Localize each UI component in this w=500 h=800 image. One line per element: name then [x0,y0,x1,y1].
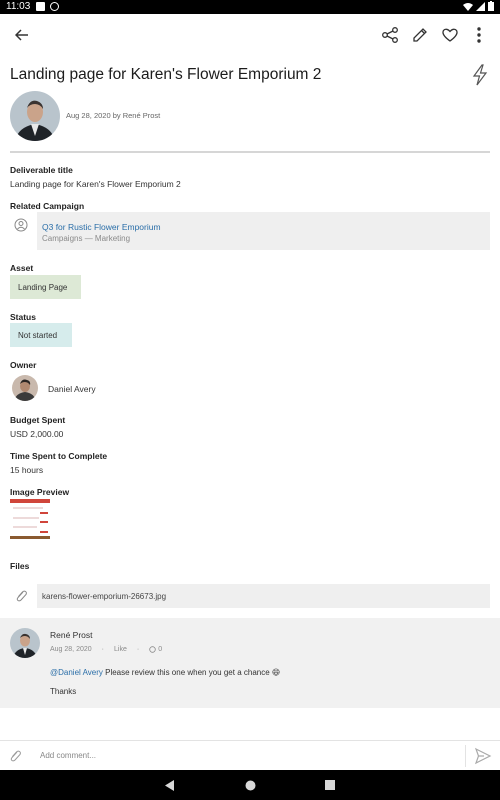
status-badge: Not started [10,323,72,347]
like-link[interactable]: Like [114,646,127,653]
owner-name[interactable]: Daniel Avery [48,384,96,394]
comment-meta: Aug 28, 2020 · Like · 0 [50,646,162,653]
notification-icon [36,2,45,11]
share-icon [382,27,398,43]
signal-icon [476,1,485,11]
deliverable-title-value: Landing page for Karen's Flower Emporium… [10,179,181,189]
edit-button[interactable] [408,23,432,47]
comment-body: @Daniel Avery Please review this one whe… [50,668,280,677]
image-preview-thumbnail[interactable] [10,499,50,539]
attach-paperclip-icon[interactable] [8,749,22,763]
back-button[interactable] [10,23,34,47]
dot-separator: · [136,646,140,653]
author-avatar[interactable] [10,91,60,141]
favorite-button[interactable] [438,23,462,47]
comment-date: Aug 28, 2020 [50,646,92,653]
comment-input[interactable]: Add comment... [40,751,96,760]
person-photo [10,628,40,658]
asset-tag: Landing Page [10,275,81,299]
campaign-subtitle: Campaigns — Marketing [42,234,131,243]
nav-home-button[interactable] [243,778,257,792]
nav-recents-icon [325,780,335,790]
owner-label: Owner [10,360,37,370]
deliverable-title-label: Deliverable title [10,165,73,175]
paperclip-icon [16,590,27,602]
nav-back-icon [165,779,174,791]
system-nav-bar [0,770,500,800]
bolt-icon[interactable] [471,64,489,86]
app-bar [0,14,500,56]
related-campaign-label: Related Campaign [10,201,85,211]
reply-count[interactable]: 0 [149,646,162,653]
reply-count-value: 0 [158,646,163,653]
budget-value: USD 2,000.00 [10,429,64,439]
campaign-link[interactable]: Q3 for Rustic Flower Emporium [42,222,161,232]
reply-icon [149,646,156,653]
comment-text: Please review this one when you get a ch… [102,668,281,677]
comment-thanks: Thanks [50,687,77,696]
status-bar: 11:03 [0,0,500,14]
nav-back-button[interactable] [163,778,177,792]
dot-separator: · [101,646,104,653]
heart-icon [442,28,458,42]
status-time: 11:03 [6,1,31,12]
more-vert-icon [477,27,481,43]
owner-photo [12,375,38,401]
wifi-icon [463,2,473,11]
time-value: 15 hours [10,465,44,475]
status-label: Status [10,312,36,322]
person-icon [14,218,28,232]
mention-link[interactable]: @Daniel Avery [50,668,103,677]
owner-avatar[interactable] [12,375,38,401]
image-preview-label: Image Preview [10,487,70,497]
status-icons [463,1,494,11]
comment-author-avatar[interactable] [10,628,40,658]
edit-icon [413,28,427,42]
page-title: Landing page for Karen's Flower Emporium… [10,66,322,83]
nav-recents-button[interactable] [323,778,337,792]
asset-label: Asset [10,263,34,273]
time-label: Time Spent to Complete [10,451,108,461]
comment: René Prost Aug 28, 2020 · Like · 0 @Dani… [0,618,500,708]
files-label: Files [10,561,30,571]
file-name[interactable]: karens-flower-emporium-26673.jpg [42,592,166,601]
share-button[interactable] [378,23,402,47]
send-icon[interactable] [474,747,492,765]
budget-label: Budget Spent [10,415,66,425]
battery-icon [488,1,494,11]
related-campaign-card[interactable]: Q3 for Rustic Flower Emporium Campaigns … [37,212,490,250]
sync-icon [50,2,59,11]
more-button[interactable] [467,23,491,47]
composer-divider [465,745,466,767]
nav-home-icon [245,780,255,790]
file-attachment[interactable]: karens-flower-emporium-26673.jpg [37,584,490,608]
back-arrow-icon [15,29,28,41]
deliverable-meta: Aug 28, 2020 by René Prost [66,111,161,120]
comment-author[interactable]: René Prost [50,630,93,640]
comment-composer: Add comment... [0,740,500,770]
divider [10,151,490,153]
person-photo [10,91,60,141]
